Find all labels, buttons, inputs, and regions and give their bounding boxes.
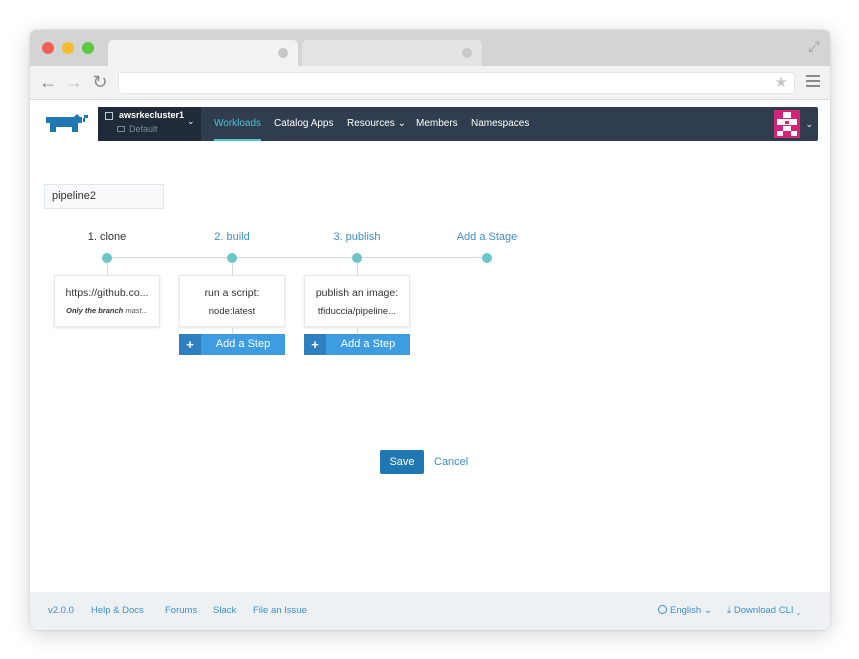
nav-resources[interactable]: Resources ⌄ bbox=[347, 107, 406, 141]
globe-icon bbox=[658, 605, 667, 614]
browser-menu-icon[interactable] bbox=[806, 75, 820, 89]
stage-dot bbox=[227, 253, 237, 263]
download-cli-label: Download CLI bbox=[733, 605, 794, 616]
pipeline-name-input[interactable]: pipeline2 bbox=[44, 184, 164, 209]
maximize-window-icon[interactable] bbox=[82, 42, 94, 54]
help-docs-link[interactable]: Help & Docs bbox=[91, 592, 144, 630]
cluster-icon bbox=[105, 112, 113, 120]
step-card-publish[interactable]: publish an image: tfiduccia/pipeline... bbox=[304, 275, 410, 327]
add-step-button-publish[interactable]: + Add a Step bbox=[304, 334, 410, 355]
add-stage-link[interactable]: Add a Stage bbox=[427, 231, 547, 243]
step-branch-condition: Only the branch mast... bbox=[55, 306, 159, 315]
download-icon: ⤓ bbox=[727, 605, 732, 616]
connector-line bbox=[107, 263, 108, 275]
bookmark-star-icon[interactable]: ★ bbox=[775, 75, 788, 91]
plus-icon: + bbox=[179, 334, 201, 355]
step-branch-label: Only the branch bbox=[66, 306, 124, 315]
step-type: run a script: bbox=[204, 287, 260, 299]
language-selector[interactable]: English ⌄ bbox=[658, 592, 712, 630]
cluster-switcher[interactable]: awsrkecluster1 Default ⌄ bbox=[98, 107, 201, 141]
user-avatar[interactable] bbox=[774, 110, 800, 138]
forums-link[interactable]: Forums bbox=[165, 592, 197, 630]
stage-title-publish[interactable]: 3. publish bbox=[297, 231, 417, 243]
folder-icon bbox=[117, 126, 125, 132]
chevron-down-icon: ⌄ bbox=[187, 116, 195, 126]
back-arrow-icon[interactable]: ← bbox=[38, 72, 58, 92]
browser-window: ⤢ ← → ↻ ★ awsrkecluster1 Default ⌄ Workl… bbox=[30, 30, 830, 630]
nav-workloads[interactable]: Workloads bbox=[214, 107, 262, 141]
step-image: tfiduccia/pipeline... bbox=[317, 306, 397, 317]
language-label: English bbox=[670, 605, 702, 616]
step-branch-value: mast... bbox=[125, 306, 148, 315]
stage-dot bbox=[482, 253, 492, 263]
step-repo-url: https://github.co... bbox=[65, 287, 149, 299]
save-button[interactable]: Save bbox=[380, 450, 424, 474]
stage-title-build[interactable]: 2. build bbox=[172, 231, 292, 243]
connector-line bbox=[232, 263, 233, 275]
minimize-window-icon[interactable] bbox=[62, 42, 74, 54]
browser-titlebar: ⤢ bbox=[30, 30, 830, 66]
file-issue-link[interactable]: File an Issue bbox=[253, 592, 307, 630]
chevron-down-icon: ⌄ bbox=[703, 605, 712, 616]
stage-dot bbox=[102, 253, 112, 263]
download-cli-link[interactable]: ⤓ Download CLI ⌄ bbox=[727, 592, 801, 630]
step-image: node:latest bbox=[208, 306, 256, 317]
top-navbar: awsrkecluster1 Default ⌄ Workloads Catal… bbox=[98, 107, 818, 141]
cluster-name: awsrkecluster1 bbox=[119, 110, 185, 120]
stage-dot bbox=[352, 253, 362, 263]
version-link[interactable]: v2.0.0 bbox=[48, 592, 74, 630]
nav-resources-label: Resources bbox=[347, 118, 395, 129]
nav-catalog-apps[interactable]: Catalog Apps bbox=[274, 107, 334, 141]
page-content: awsrkecluster1 Default ⌄ Workloads Catal… bbox=[30, 100, 830, 630]
browser-tab[interactable] bbox=[302, 40, 482, 66]
namespace-name: Default bbox=[129, 124, 158, 134]
step-card-clone[interactable]: https://github.co... Only the branch mas… bbox=[54, 275, 160, 327]
close-window-icon[interactable] bbox=[42, 42, 54, 54]
reload-icon[interactable]: ↻ bbox=[90, 72, 110, 92]
footer: v2.0.0 Help & Docs Forums Slack File an … bbox=[30, 592, 830, 630]
slack-link[interactable]: Slack bbox=[213, 592, 236, 630]
plus-icon: + bbox=[304, 334, 326, 355]
nav-members[interactable]: Members bbox=[416, 107, 458, 141]
chevron-down-icon: ⌄ bbox=[397, 118, 406, 129]
browser-tab-active[interactable] bbox=[108, 40, 298, 66]
add-step-label: Add a Step bbox=[215, 338, 271, 350]
stage-title-clone[interactable]: 1. clone bbox=[47, 231, 167, 243]
forward-arrow-icon[interactable]: → bbox=[64, 72, 84, 92]
chevron-down-icon[interactable]: ⌄ bbox=[805, 107, 813, 141]
address-bar[interactable]: ★ bbox=[118, 72, 795, 94]
tab-close-icon[interactable] bbox=[462, 48, 472, 58]
add-step-label: Add a Step bbox=[340, 338, 396, 350]
stage-connector-line bbox=[107, 257, 487, 258]
add-step-button-build[interactable]: + Add a Step bbox=[179, 334, 285, 355]
connector-line bbox=[357, 263, 358, 275]
step-card-build[interactable]: run a script: node:latest bbox=[179, 275, 285, 327]
rancher-logo[interactable] bbox=[44, 112, 90, 134]
tab-close-icon[interactable] bbox=[278, 48, 288, 58]
cancel-button[interactable]: Cancel bbox=[434, 450, 468, 474]
nav-namespaces[interactable]: Namespaces bbox=[471, 107, 529, 141]
browser-toolbar: ← → ↻ ★ bbox=[30, 66, 830, 100]
step-type: publish an image: bbox=[315, 287, 399, 299]
fullscreen-icon[interactable]: ⤢ bbox=[806, 38, 822, 54]
chevron-down-icon: ⌄ bbox=[796, 605, 801, 616]
